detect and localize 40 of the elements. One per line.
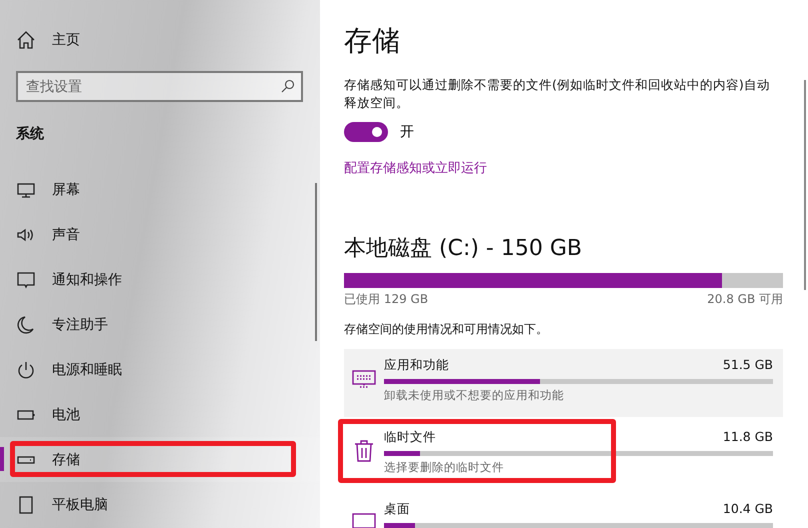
home-link[interactable]: 主页 (0, 17, 320, 62)
category-name: 桌面 (384, 501, 410, 517)
nav-item[interactable]: 屏幕 (0, 167, 320, 212)
section-heading: 系统 (15, 125, 45, 144)
scrollbar[interactable] (315, 183, 317, 341)
nav-item[interactable]: 通知和操作 (0, 257, 320, 302)
power-icon (16, 360, 36, 380)
moon-icon (16, 314, 36, 334)
category-size: 11.8 GB (722, 429, 773, 445)
category-hint: 卸载未使用或不想要的应用和功能 (384, 388, 565, 403)
page-title: 存储 (344, 23, 401, 59)
scrollbar[interactable] (804, 80, 806, 290)
category-item[interactable]: 临时文件 11.8 GB 选择要删除的临时文件 (344, 421, 783, 489)
description-text: 存储感知可以通过删除不需要的文件(例如临时文件和回收站中的内容)自动释放空间。 (344, 76, 771, 112)
home-icon (16, 30, 36, 50)
nav-item[interactable]: 专注助手 (0, 302, 320, 347)
category-name: 应用和功能 (384, 357, 449, 373)
monitor-icon (352, 511, 376, 528)
nav-item[interactable]: 平板电脑 (0, 482, 320, 527)
usage-note: 存储空间的使用情况和可用情况如下。 (344, 321, 549, 338)
search-field[interactable]: 查找设置 (16, 71, 303, 102)
toggle-switch[interactable] (344, 122, 388, 142)
message-icon (16, 270, 36, 290)
category-item[interactable]: 应用和功能 51.5 GB 卸载未使用或不想要的应用和功能 (344, 349, 783, 417)
selection-indicator (0, 447, 4, 471)
toggle-label: 开 (400, 123, 414, 141)
category-size: 51.5 GB (722, 357, 773, 373)
category-name: 临时文件 (384, 429, 436, 445)
search-icon (281, 79, 295, 93)
used-label: 已使用 129 GB (344, 291, 428, 308)
configure-link[interactable]: 配置存储感知或立即运行 (344, 159, 487, 177)
nav-item[interactable]: 电池 (0, 392, 320, 437)
nav-item[interactable]: 电源和睡眠 (0, 347, 320, 392)
disk-heading: 本地磁盘 (C:) - 150 GB (344, 235, 583, 263)
category-item[interactable]: 桌面 10.4 GB (344, 493, 783, 528)
category-hint: 选择要删除的临时文件 (384, 460, 505, 475)
trash-icon (352, 439, 376, 463)
free-label: 20.8 GB 可用 (707, 291, 783, 308)
nav-item[interactable]: 声音 (0, 212, 320, 257)
category-size: 10.4 GB (722, 501, 773, 517)
